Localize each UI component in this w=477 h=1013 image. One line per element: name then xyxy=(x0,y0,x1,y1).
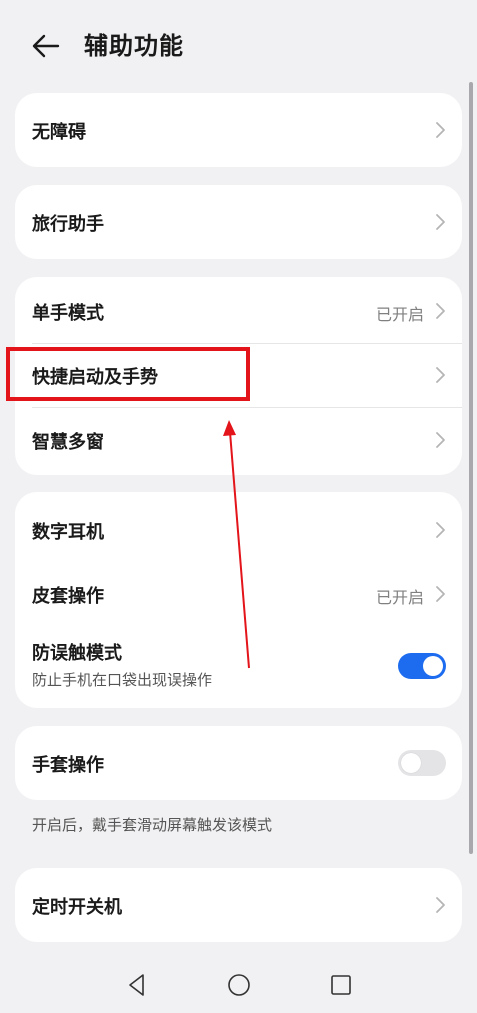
annotation-highlight-box xyxy=(6,347,250,401)
row-label: 防误触模式 xyxy=(32,643,122,664)
glove-hint-text: 开启后，戴手套滑动屏幕触发该模式 xyxy=(32,816,273,834)
row-label: 皮套操作 xyxy=(32,586,104,607)
chevron-right-icon xyxy=(436,586,445,602)
chevron-right-icon xyxy=(436,367,445,383)
row-label: 数字耳机 xyxy=(32,522,104,543)
toggle-knob xyxy=(423,656,443,676)
chevron-right-icon xyxy=(436,303,445,319)
row-accessibility[interactable]: 无障碍 xyxy=(15,93,462,167)
row-anti-mistouch: 防误触模式 防止手机在口袋出现误操作 xyxy=(15,626,462,708)
row-subtitle: 防止手机在口袋出现误操作 xyxy=(32,671,213,689)
status-text: 已开启 xyxy=(375,305,424,324)
toggle-knob xyxy=(401,753,421,773)
back-triangle-icon[interactable] xyxy=(122,970,152,1000)
scrollbar[interactable] xyxy=(469,82,473,854)
home-circle-icon[interactable] xyxy=(224,970,254,1000)
row-label: 智慧多窗 xyxy=(32,432,104,453)
system-navbar xyxy=(0,960,477,1013)
status-text: 已开启 xyxy=(375,588,424,607)
row-label: 旅行助手 xyxy=(32,214,104,235)
card-travel-assistant: 旅行助手 xyxy=(15,185,462,259)
row-label: 无障碍 xyxy=(32,122,86,143)
row-one-hand-mode[interactable]: 单手模式 已开启 xyxy=(15,277,462,343)
chevron-right-icon xyxy=(436,897,445,913)
row-label: 单手模式 xyxy=(32,303,104,324)
row-cover-operation[interactable]: 皮套操作 已开启 xyxy=(15,564,462,626)
page-title: 辅助功能 xyxy=(84,32,184,60)
row-label: 手套操作 xyxy=(32,755,104,776)
row-digital-earphone[interactable]: 数字耳机 xyxy=(15,492,462,564)
glove-operation-toggle[interactable] xyxy=(398,750,446,776)
chevron-right-icon xyxy=(436,432,445,448)
row-travel-assistant[interactable]: 旅行助手 xyxy=(15,185,462,259)
chevron-right-icon xyxy=(436,122,445,138)
card-accessibility: 无障碍 xyxy=(15,93,462,167)
row-glove-operation: 手套操作 xyxy=(15,726,462,800)
chevron-right-icon xyxy=(436,214,445,230)
recents-square-icon[interactable] xyxy=(326,970,356,1000)
card-hardware: 数字耳机 皮套操作 已开启 防误触模式 防止手机在口袋出现误操作 xyxy=(15,492,462,708)
chevron-right-icon xyxy=(436,522,445,538)
back-arrow-icon[interactable] xyxy=(28,28,64,64)
row-smart-multiwindow[interactable]: 智慧多窗 xyxy=(15,407,462,475)
header: 辅助功能 xyxy=(0,0,477,90)
row-scheduled-power[interactable]: 定时开关机 xyxy=(15,868,462,942)
card-glove: 手套操作 xyxy=(15,726,462,800)
row-label: 定时开关机 xyxy=(32,897,122,918)
anti-mistouch-toggle[interactable] xyxy=(398,653,446,679)
card-scheduled-power: 定时开关机 xyxy=(15,868,462,942)
